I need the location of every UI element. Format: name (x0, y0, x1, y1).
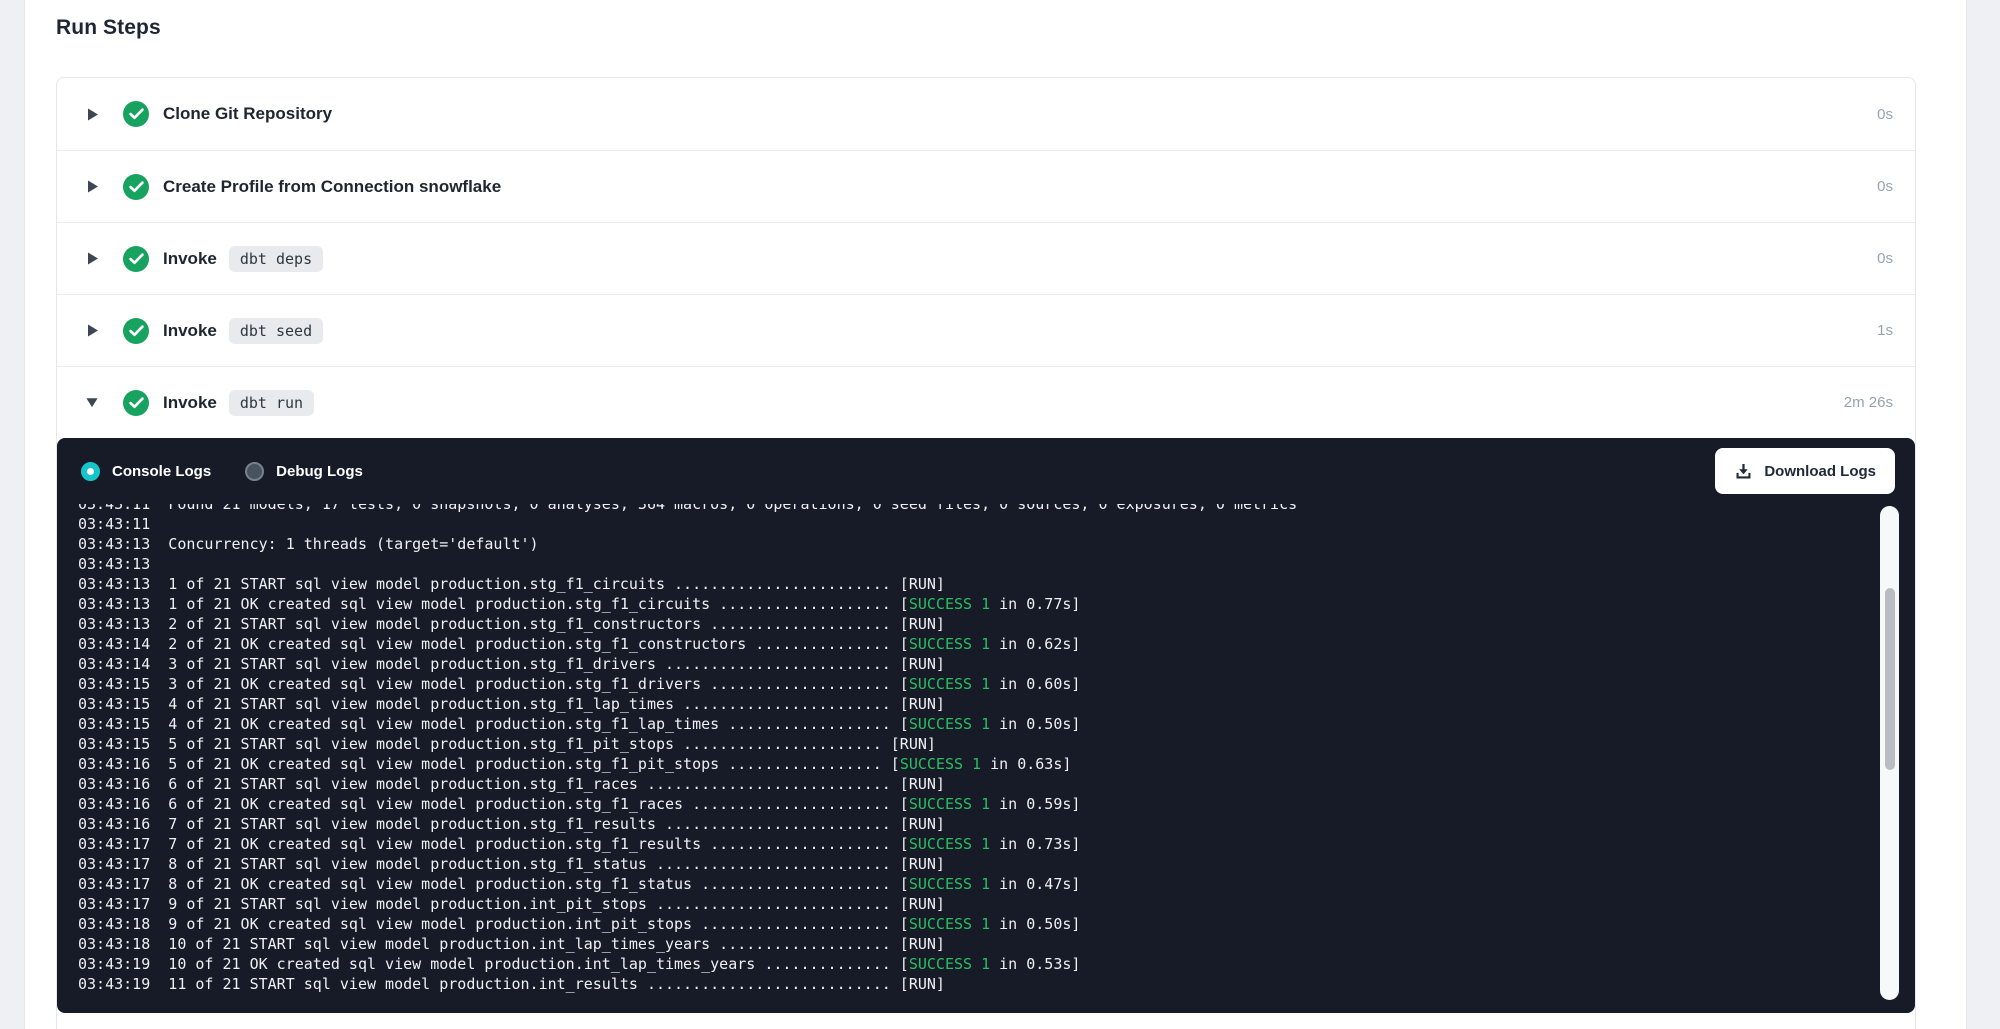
debug-logs-label: Debug Logs (276, 463, 363, 480)
log-scrollbar-thumb[interactable] (1885, 588, 1895, 770)
success-check-icon (123, 390, 149, 416)
run-steps-card: Clone Git Repository0sCreate Profile fro… (56, 77, 1916, 1029)
step-label: Clone Git Repository (163, 104, 332, 124)
success-check-icon (123, 101, 149, 127)
console-log-output[interactable]: 03:43:11 Found 21 models, 17 tests, 0 sn… (78, 504, 1855, 1013)
step-duration: 0s (1877, 178, 1893, 195)
log-line: 03:43:15 5 of 21 START sql view model pr… (78, 734, 1855, 754)
log-line: 03:43:17 7 of 21 OK created sql view mod… (78, 834, 1855, 854)
success-check-icon (123, 318, 149, 344)
log-line: 03:43:18 10 of 21 START sql view model p… (78, 934, 1855, 954)
page-gutter-right (1966, 0, 2000, 1029)
console-logs-label: Console Logs (112, 463, 211, 480)
console-logs-radio[interactable]: Console Logs (81, 462, 211, 481)
step-duration: 0s (1877, 250, 1893, 267)
caret-right-icon[interactable] (85, 107, 99, 121)
log-line: 03:43:19 11 of 21 START sql view model p… (78, 974, 1855, 994)
step-row-dbt-run[interactable]: Invoke dbt run 2m 26s (57, 366, 1915, 438)
debug-logs-radio[interactable]: Debug Logs (245, 462, 363, 481)
log-type-radio-group: Console Logs Debug Logs (81, 462, 363, 481)
log-line: 03:43:17 9 of 21 START sql view model pr… (78, 894, 1855, 914)
log-line: 03:43:13 (78, 554, 1855, 574)
command-chip: dbt deps (229, 246, 323, 272)
step-duration: 0s (1877, 106, 1893, 123)
success-check-icon (123, 246, 149, 272)
caret-down-icon[interactable] (85, 396, 99, 410)
log-line: 03:43:13 2 of 21 START sql view model pr… (78, 614, 1855, 634)
step-row-create-profile-from-connection-snowflake[interactable]: Create Profile from Connection snowflake… (57, 150, 1915, 222)
page-gutter-left (0, 0, 25, 1029)
log-line: 03:43:16 6 of 21 START sql view model pr… (78, 774, 1855, 794)
step-duration: 2m 26s (1844, 394, 1893, 411)
log-panel-header: Console Logs Debug Logs Dow (57, 438, 1915, 504)
step-duration: 1s (1877, 322, 1893, 339)
log-scrollbar-track[interactable] (1880, 506, 1899, 1000)
caret-right-icon[interactable] (85, 252, 99, 266)
step-row-clone-git-repository[interactable]: Clone Git Repository 0s (57, 78, 1915, 150)
step-rows-list: Clone Git Repository0sCreate Profile fro… (57, 78, 1915, 438)
radio-unselected-icon (245, 462, 264, 481)
log-line: 03:43:13 1 of 21 START sql view model pr… (78, 574, 1855, 594)
log-line: 03:43:17 8 of 21 START sql view model pr… (78, 854, 1855, 874)
radio-selected-icon (81, 462, 100, 481)
log-line: 03:43:19 10 of 21 OK created sql view mo… (78, 954, 1855, 974)
success-check-icon (123, 174, 149, 200)
log-line: 03:43:15 4 of 21 START sql view model pr… (78, 694, 1855, 714)
download-logs-button[interactable]: Download Logs (1715, 448, 1895, 494)
caret-right-icon[interactable] (85, 180, 99, 194)
download-logs-label: Download Logs (1764, 463, 1876, 480)
log-line: 03:43:17 8 of 21 OK created sql view mod… (78, 874, 1855, 894)
log-line: 03:43:15 4 of 21 OK created sql view mod… (78, 714, 1855, 734)
caret-right-icon[interactable] (85, 324, 99, 338)
log-line: 03:43:16 7 of 21 START sql view model pr… (78, 814, 1855, 834)
step-label: Create Profile from Connection snowflake (163, 177, 501, 197)
log-line: 03:43:14 2 of 21 OK created sql view mod… (78, 634, 1855, 654)
run-steps-section: Run Steps Clone Git Repository0sCreate P… (56, 14, 1916, 1029)
log-line: 03:43:11 Found 21 models, 17 tests, 0 sn… (78, 504, 1855, 514)
page-title: Run Steps (56, 14, 1916, 42)
command-chip: dbt seed (229, 318, 323, 344)
log-panel: Console Logs Debug Logs Dow (57, 438, 1915, 1013)
log-line: 03:43:13 Concurrency: 1 threads (target=… (78, 534, 1855, 554)
log-body: 03:43:11 Found 21 models, 17 tests, 0 sn… (57, 504, 1915, 1013)
step-row-dbt-deps[interactable]: Invoke dbt deps 0s (57, 222, 1915, 294)
step-label: Invoke (163, 249, 217, 269)
step-label: Invoke (163, 393, 217, 413)
log-line: 03:43:15 3 of 21 OK created sql view mod… (78, 674, 1855, 694)
log-line: 03:43:16 5 of 21 OK created sql view mod… (78, 754, 1855, 774)
step-row-dbt-seed[interactable]: Invoke dbt seed 1s (57, 294, 1915, 366)
log-line: 03:43:18 9 of 21 OK created sql view mod… (78, 914, 1855, 934)
step-label: Invoke (163, 321, 217, 341)
command-chip: dbt run (229, 390, 314, 416)
log-line: 03:43:13 1 of 21 OK created sql view mod… (78, 594, 1855, 614)
download-icon (1734, 462, 1753, 481)
log-line: 03:43:11 (78, 514, 1855, 534)
log-line: 03:43:16 6 of 21 OK created sql view mod… (78, 794, 1855, 814)
log-line: 03:43:14 3 of 21 START sql view model pr… (78, 654, 1855, 674)
